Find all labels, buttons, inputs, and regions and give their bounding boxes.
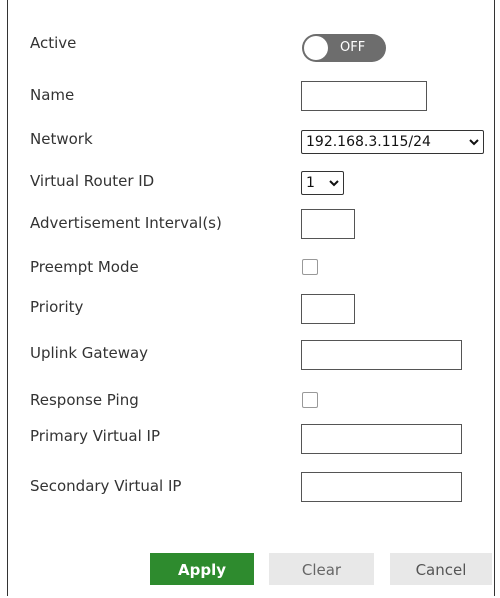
primary-virtual-ip-label: Primary Virtual IP [30, 427, 160, 445]
response-ping-label: Response Ping [30, 391, 139, 409]
preempt-mode-label: Preempt Mode [30, 258, 139, 276]
primary-virtual-ip-input[interactable] [301, 424, 462, 454]
chevron-down-icon [329, 180, 339, 187]
apply-button[interactable]: Apply [150, 553, 254, 585]
active-label: Active [30, 34, 77, 52]
advertisement-interval-input[interactable] [301, 209, 355, 239]
toggle-knob [304, 36, 328, 60]
priority-label: Priority [30, 298, 84, 316]
clear-button[interactable]: Clear [269, 553, 374, 585]
virtual-router-id-selected-value: 1 [306, 175, 315, 191]
secondary-virtual-ip-input[interactable] [301, 472, 462, 502]
name-label: Name [30, 86, 75, 104]
preempt-mode-checkbox[interactable] [302, 259, 318, 275]
cancel-button[interactable]: Cancel [390, 553, 492, 585]
advertisement-interval-label: Advertisement Interval(s) [30, 214, 222, 232]
toggle-state-text: OFF [340, 40, 366, 55]
network-selected-value: 192.168.3.115/24 [306, 134, 431, 150]
chevron-down-icon [469, 139, 479, 146]
uplink-gateway-input[interactable] [301, 340, 462, 370]
name-input[interactable] [301, 81, 427, 111]
active-toggle[interactable]: OFF [302, 34, 386, 62]
secondary-virtual-ip-label: Secondary Virtual IP [30, 477, 182, 495]
response-ping-checkbox[interactable] [302, 392, 318, 408]
virtual-router-id-select[interactable]: 1 [301, 171, 344, 195]
uplink-gateway-label: Uplink Gateway [30, 344, 149, 362]
network-select[interactable]: 192.168.3.115/24 [301, 130, 484, 154]
network-label: Network [30, 130, 93, 148]
priority-input[interactable] [301, 294, 355, 324]
virtual-router-id-label: Virtual Router ID [30, 172, 155, 190]
